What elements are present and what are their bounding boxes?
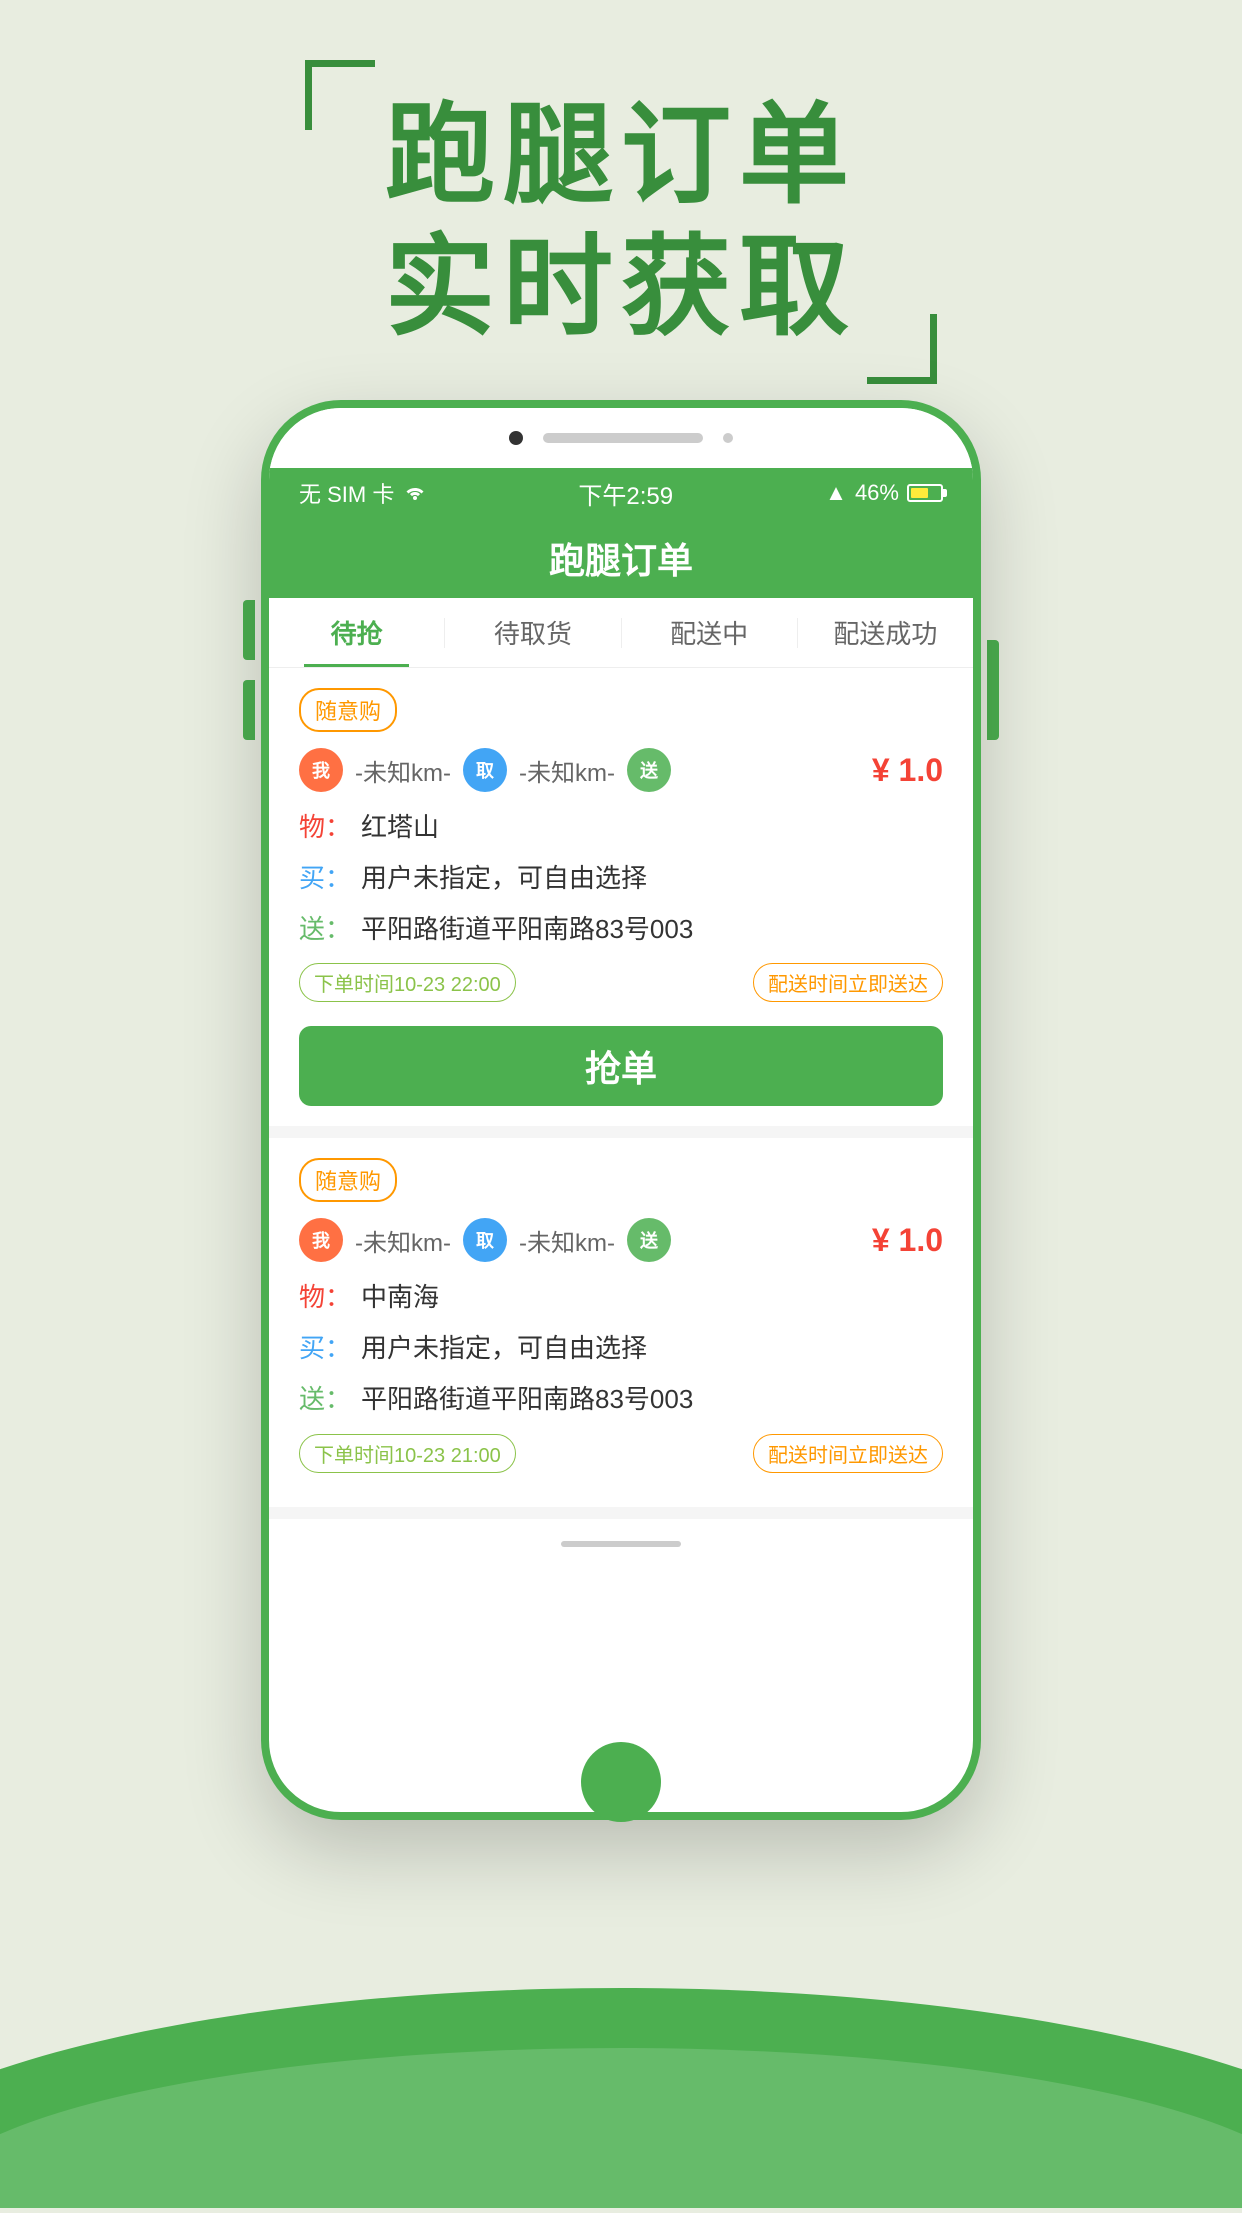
pick-distance-2: -未知km- — [519, 1223, 615, 1258]
tab-waiting-label: 待抢 — [331, 614, 383, 651]
phone-speaker — [543, 433, 703, 443]
order-type-badge-1: 随意购 — [299, 688, 397, 732]
tab-delivered-label: 配送成功 — [833, 614, 937, 651]
wu-label-1: 物： — [299, 808, 351, 847]
battery-percent-text: 46% — [855, 480, 899, 506]
order-time-badge-1: 下单时间10-23 22:00 — [299, 963, 516, 1002]
order-type-badge-2: 随意购 — [299, 1158, 397, 1202]
from-icon-1: 我 — [299, 748, 343, 792]
app-header: 跑腿订单 — [269, 518, 973, 598]
order-time-badge-2: 下单时间10-23 21:00 — [299, 1434, 516, 1473]
from-distance-1: -未知km- — [355, 753, 451, 788]
home-indicator-area — [269, 1519, 973, 1569]
wu-label-2: 物： — [299, 1278, 351, 1317]
deliver-icon-1: 送 — [627, 748, 671, 792]
mai-value-1: 用户未指定，可自由选择 — [361, 859, 647, 898]
title-line2: 实时获取 — [385, 222, 857, 354]
status-time: 下午2:59 — [578, 476, 673, 511]
tabs-bar: 待抢 待取货 配送中 配送成功 — [269, 598, 973, 668]
phone-camera — [723, 433, 733, 443]
order-card-1: 随意购 我 -未知km- 取 -未知km- 送 ¥ 1.0 — [269, 668, 973, 1126]
home-button[interactable] — [581, 1742, 661, 1822]
deliver-icon-2: 送 — [627, 1218, 671, 1262]
order-price-2: ¥ 1.0 — [872, 1222, 943, 1259]
phone-power-button — [987, 640, 999, 740]
mai-row-2: 买： 用户未指定，可自由选择 — [299, 1329, 943, 1368]
title-line1: 跑腿订单 — [385, 90, 857, 222]
time-row-2: 下单时间10-23 21:00 配送时间立即送达 — [299, 1433, 943, 1473]
bracket-top-left-icon — [305, 60, 375, 130]
header-area: 跑腿订单 实时获取 — [0, 60, 1242, 384]
status-bar: 无 SIM 卡 下午2:59 ▲ 46% — [269, 468, 973, 518]
grab-button-1[interactable]: 抢单 — [299, 1026, 943, 1106]
delivery-time-badge-2: 配送时间立即送达 — [753, 1434, 943, 1473]
mai-row-1: 买： 用户未指定，可自由选择 — [299, 859, 943, 898]
tab-pickup[interactable]: 待取货 — [445, 598, 620, 667]
phone-dot-indicator — [509, 431, 523, 445]
time-row-1: 下单时间10-23 22:00 配送时间立即送达 — [299, 963, 943, 1002]
status-left: 无 SIM 卡 — [299, 477, 426, 509]
phone-screen: 无 SIM 卡 下午2:59 ▲ 46% 跑腿订单 — [261, 400, 981, 1820]
song-value-1: 平阳路街道平阳南路83号003 — [361, 910, 693, 949]
song-row-2: 送： 平阳路街道平阳南路83号003 — [299, 1380, 943, 1419]
tab-delivered[interactable]: 配送成功 — [798, 598, 973, 667]
tab-waiting[interactable]: 待抢 — [269, 598, 444, 667]
pick-icon-1: 取 — [463, 748, 507, 792]
phone-mockup: 无 SIM 卡 下午2:59 ▲ 46% 跑腿订单 — [261, 400, 981, 1820]
from-icon-2: 我 — [299, 1218, 343, 1262]
mai-label-2: 买： — [299, 1329, 351, 1368]
wu-value-1: 红塔山 — [361, 808, 439, 847]
battery-icon — [907, 484, 943, 502]
location-arrow-icon: ▲ — [825, 480, 847, 506]
wifi-icon — [404, 480, 426, 506]
phone-volume-up-button — [243, 600, 255, 660]
route-row-2: 我 -未知km- 取 -未知km- 送 ¥ 1.0 — [299, 1218, 943, 1262]
tab-pickup-label: 待取货 — [494, 614, 572, 651]
song-row-1: 送： 平阳路街道平阳南路83号003 — [299, 910, 943, 949]
mai-label-1: 买： — [299, 859, 351, 898]
bracket-bottom-right-icon — [867, 314, 937, 384]
song-label-2: 送： — [299, 1380, 351, 1419]
wu-value-2: 中南海 — [361, 1278, 439, 1317]
tab-delivering[interactable]: 配送中 — [622, 598, 797, 667]
status-right: ▲ 46% — [825, 480, 943, 506]
song-label-1: 送： — [299, 910, 351, 949]
phone-volume-down-button — [243, 680, 255, 740]
tab-delivering-label: 配送中 — [670, 614, 748, 651]
pick-distance-1: -未知km- — [519, 753, 615, 788]
app-title: 跑腿订单 — [549, 532, 693, 584]
route-row-1: 我 -未知km- 取 -未知km- 送 ¥ 1.0 — [299, 748, 943, 792]
delivery-time-badge-1: 配送时间立即送达 — [753, 963, 943, 1002]
wu-row-2: 物： 中南海 — [299, 1278, 943, 1317]
from-distance-2: -未知km- — [355, 1223, 451, 1258]
battery-fill — [911, 488, 928, 498]
order-list: 随意购 我 -未知km- 取 -未知km- 送 ¥ 1.0 — [269, 668, 973, 1519]
mai-value-2: 用户未指定，可自由选择 — [361, 1329, 647, 1368]
order-card-2: 随意购 我 -未知km- 取 -未知km- 送 ¥ 1.0 — [269, 1138, 973, 1507]
home-indicator-bar — [561, 1541, 681, 1547]
phone-notch-area — [269, 408, 973, 468]
carrier-text: 无 SIM 卡 — [299, 477, 394, 509]
wu-row-1: 物： 红塔山 — [299, 808, 943, 847]
order-price-1: ¥ 1.0 — [872, 752, 943, 789]
pick-icon-2: 取 — [463, 1218, 507, 1262]
song-value-2: 平阳路街道平阳南路83号003 — [361, 1380, 693, 1419]
